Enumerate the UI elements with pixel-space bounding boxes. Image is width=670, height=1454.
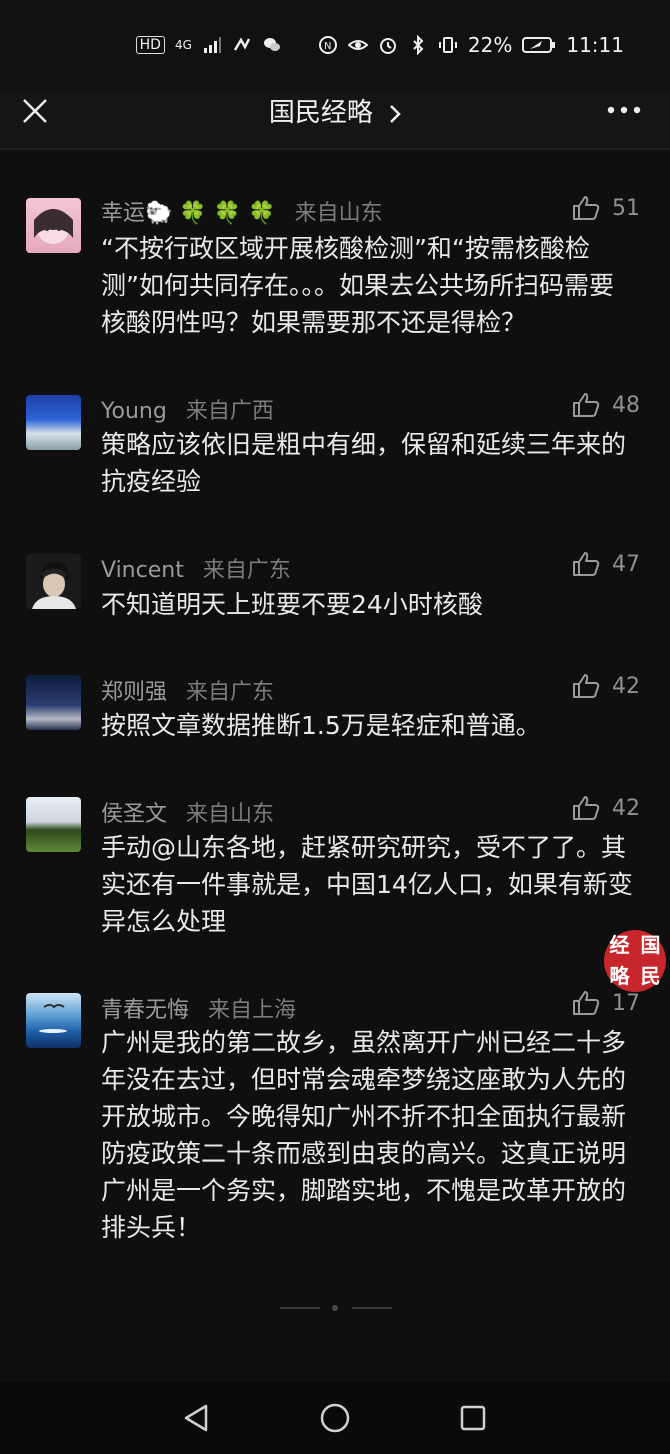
like-button[interactable]: 42 [572, 673, 640, 699]
battery-icon [522, 37, 556, 53]
thumbs-up-icon [573, 393, 600, 417]
comment-text: 不知道明天上班要不要24小时核酸 [101, 590, 483, 619]
comment-meta: Vincent 来自广东 [101, 552, 291, 584]
bluetooth-icon [413, 35, 424, 55]
more-icon [607, 106, 641, 114]
like-button[interactable]: 48 [572, 392, 640, 418]
avatar [26, 797, 81, 852]
comment-meta: 幸运🐑 🍀 🍀 🍀 来自山东 [101, 195, 383, 227]
nfc-icon: N [318, 36, 337, 54]
clock: 11:11 [566, 33, 624, 57]
pager-dot [332, 1305, 338, 1311]
vibrate-icon [438, 37, 457, 53]
pager-line [352, 1307, 392, 1309]
comment-text: 按照文章数据推断1.5万是轻症和普通。 [101, 711, 541, 740]
comment-text: 手动@山东各地，赶紧研究研究，受不了了。其实还有一件事就是，中国14亿人口，如果… [101, 833, 633, 936]
seal-char: 民 [640, 964, 661, 988]
like-count: 42 [612, 795, 640, 821]
comment-location: 来自广东 [186, 680, 275, 705]
comment-meta: 青春无悔 来自上海 [101, 992, 296, 1024]
comment-location: 来自上海 [208, 998, 297, 1023]
pager-line [280, 1307, 320, 1309]
comment-location: 来自广西 [185, 399, 274, 424]
thumbs-up-icon [573, 796, 600, 820]
svg-text:N: N [324, 41, 331, 52]
seal-char: 略 [609, 964, 630, 988]
battery-percent: 22% [467, 33, 513, 57]
avatar [26, 554, 81, 609]
comment-author[interactable]: 青春无悔 [101, 998, 189, 1023]
recents-button[interactable] [455, 1400, 491, 1436]
page-title-link[interactable]: 国民经略 [0, 92, 670, 129]
status-bar: HD 4G N 22% 11:11 [0, 0, 670, 90]
top-nav-bar: 国民经略 [0, 90, 670, 148]
comment-location: 来自山东 [294, 201, 383, 226]
like-count: 47 [612, 551, 640, 577]
home-button[interactable] [317, 1400, 353, 1436]
comment-text: “不按行政区域开展核酸检测”和“按需核酸检测”如何共同存在。。。如果去公共场所扫… [101, 234, 614, 337]
like-button[interactable]: 17 [572, 990, 640, 1016]
comment-meta: 郑则强 来自广东 [101, 674, 274, 706]
comment-author[interactable]: 幸运 [101, 201, 145, 226]
avatar [26, 395, 81, 450]
network-label: 4G [174, 38, 192, 52]
like-button[interactable]: 47 [572, 551, 640, 577]
like-count: 42 [612, 673, 640, 699]
like-count: 17 [612, 990, 640, 1016]
comment-meta: Young 来自广西 [101, 393, 274, 425]
back-button[interactable] [178, 1400, 214, 1436]
back-triangle-icon [184, 1404, 208, 1432]
more-button[interactable] [606, 98, 642, 122]
publisher-seal: 经 国 略 民 [604, 930, 666, 992]
like-button[interactable]: 42 [572, 795, 640, 821]
recents-square-icon [460, 1405, 486, 1431]
comment-author[interactable]: 侯圣文 [101, 802, 167, 827]
system-nav-bar [0, 1382, 670, 1454]
avatar [26, 198, 81, 253]
page-title: 国民经略 [268, 98, 373, 128]
alarm-icon [379, 38, 396, 54]
avatar [26, 675, 81, 730]
signal-icon [203, 37, 221, 53]
like-button[interactable]: 51 [572, 195, 640, 221]
comment-text: 策略应该依旧是粗中有细，保留和延续三年来的抗疫经验 [101, 430, 627, 496]
thumbs-up-icon [573, 674, 600, 698]
thumbs-up-icon [573, 552, 600, 576]
comment-author[interactable]: Vincent [101, 558, 184, 583]
status-icons: HD 4G N 22% 11:11 [135, 33, 624, 57]
hd-badge: HD [135, 36, 165, 54]
avatar [26, 993, 81, 1048]
comment-author[interactable]: 郑则强 [101, 680, 167, 705]
page-indicator [280, 1304, 395, 1312]
chevron-right-icon [390, 104, 401, 123]
seal-char: 经 [609, 933, 630, 957]
like-count: 51 [612, 195, 640, 221]
seal-char: 国 [640, 933, 661, 957]
comment-author[interactable]: Young [101, 399, 167, 424]
comment-text: 广州是我的第二故乡，虽然离开广州已经二十多年没在去过，但时常会魂牵梦绕这座敢为人… [101, 1028, 627, 1242]
thumbs-up-icon [573, 991, 600, 1015]
comment-location: 来自山东 [186, 802, 275, 827]
header-divider [0, 148, 670, 150]
author-emoji: 🐑 🍀 🍀 🍀 [145, 201, 276, 226]
wechat-icon [263, 38, 280, 51]
thumbs-up-icon [573, 196, 600, 220]
comment-location: 来自广东 [202, 558, 291, 583]
home-circle-icon [320, 1403, 350, 1433]
hotspot-icon [233, 37, 251, 51]
eye-icon [347, 40, 368, 50]
comment-meta: 侯圣文 来自山东 [101, 796, 274, 828]
like-count: 48 [612, 392, 640, 418]
